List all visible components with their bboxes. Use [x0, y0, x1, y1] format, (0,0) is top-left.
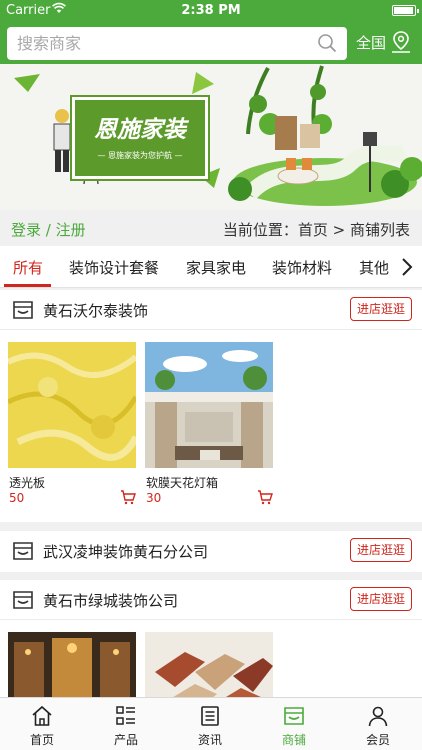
- enter-shop-button[interactable]: 进店逛逛: [350, 587, 412, 611]
- user-icon: [368, 706, 388, 727]
- product-item[interactable]: [145, 632, 273, 697]
- breadcrumb: 当前位置：首页 > 商铺列表: [222, 221, 410, 239]
- region-selector[interactable]: 全国: [356, 32, 386, 53]
- battery-icon: [392, 5, 419, 16]
- status-bar: Carrier 2:38 PM: [0, 0, 422, 22]
- nav-item-home[interactable]: 首页: [0, 698, 84, 750]
- home-icon: [32, 705, 52, 726]
- banner-title: 恩施家装: [94, 116, 186, 143]
- product-name: 透光板: [9, 476, 46, 490]
- nav-label: 产品: [113, 733, 138, 747]
- nav-label: 资讯: [197, 733, 222, 747]
- nav-item-products[interactable]: 产品: [84, 698, 168, 750]
- bottom-nav: 首页 产品 资讯 商铺 会员: [0, 697, 422, 750]
- app-header: Carrier 2:38 PM 全国: [0, 0, 422, 64]
- shop-card: 黄石市绿城装饰公司 进店逛逛: [0, 580, 422, 697]
- banner-title-box: 恩施家装 — 恩施家装为您护航 —: [70, 95, 210, 181]
- cart-icon[interactable]: [257, 490, 273, 505]
- search-box[interactable]: [7, 27, 347, 60]
- banner-illustration: [14, 65, 422, 206]
- tab-decoration-design-package[interactable]: 装饰设计套餐: [69, 257, 159, 278]
- tab-all[interactable]: 所有: [13, 257, 43, 278]
- nav-label: 会员: [365, 733, 390, 747]
- cart-icon[interactable]: [120, 490, 136, 505]
- grid-list-icon: [116, 706, 135, 725]
- product-image[interactable]: [145, 632, 273, 697]
- status-time: 2:38 PM: [181, 3, 241, 18]
- chevron-right-icon[interactable]: [400, 256, 414, 278]
- nav-item-news[interactable]: 资讯: [168, 698, 252, 750]
- breadcrumb-bar: 登录 / 注册 当前位置：首页 > 商铺列表: [0, 210, 422, 246]
- store-icon: [284, 707, 304, 725]
- search-icon[interactable]: [317, 33, 337, 53]
- nav-label: 商铺: [281, 733, 306, 747]
- shop-name[interactable]: 黄石市绿城装饰公司: [43, 590, 178, 611]
- category-tabs: 所有 装饰设计套餐 家具家电 装饰材料 其他: [0, 246, 422, 288]
- product-item[interactable]: [8, 632, 136, 697]
- tab-other[interactable]: 其他: [359, 257, 389, 278]
- search-input[interactable]: [17, 32, 307, 55]
- tab-furniture-appliances[interactable]: 家具家电: [186, 257, 246, 278]
- product-item[interactable]: 透光板 50: [8, 342, 136, 505]
- shop-name[interactable]: 武汉凌坤装饰黄石分公司: [43, 541, 208, 562]
- promo-banner[interactable]: 恩施家装 — 恩施家装为您护航 —: [0, 64, 422, 210]
- product-image[interactable]: [145, 342, 273, 468]
- tab-decoration-materials[interactable]: 装饰材料: [272, 257, 332, 278]
- product-name: 软膜天花灯箱: [146, 476, 219, 490]
- shop-card-header: 武汉凌坤装饰黄石分公司 进店逛逛: [0, 531, 422, 571]
- product-image[interactable]: [8, 632, 136, 697]
- store-icon: [13, 542, 33, 560]
- shop-card: 黄石沃尔泰装饰 进店逛逛 透光板 50 软膜天花灯箱 30: [0, 290, 422, 522]
- shop-card-header: 黄石市绿城装饰公司 进店逛逛: [0, 580, 422, 620]
- shop-name[interactable]: 黄石沃尔泰装饰: [43, 300, 148, 321]
- shop-card-header: 黄石沃尔泰装饰 进店逛逛: [0, 290, 422, 330]
- product-item[interactable]: 软膜天花灯箱 30: [145, 342, 273, 505]
- active-tab-indicator: [4, 284, 51, 287]
- location-pin-icon[interactable]: [390, 30, 412, 54]
- enter-shop-button[interactable]: 进店逛逛: [350, 538, 412, 562]
- product-image[interactable]: [8, 342, 136, 468]
- login-register-link[interactable]: 登录 / 注册: [11, 219, 86, 240]
- nav-label: 首页: [29, 733, 54, 747]
- product-price: 30: [146, 491, 162, 505]
- nav-item-member[interactable]: 会员: [336, 698, 420, 750]
- banner-subtitle: — 恩施家装为您护航 —: [97, 151, 183, 160]
- store-icon: [13, 301, 33, 319]
- nav-item-shops[interactable]: 商铺: [252, 698, 336, 750]
- news-icon: [201, 706, 219, 726]
- store-icon: [13, 591, 33, 609]
- shop-card: 武汉凌坤装饰黄石分公司 进店逛逛: [0, 531, 422, 572]
- enter-shop-button[interactable]: 进店逛逛: [350, 297, 412, 321]
- product-price: 50: [9, 491, 25, 505]
